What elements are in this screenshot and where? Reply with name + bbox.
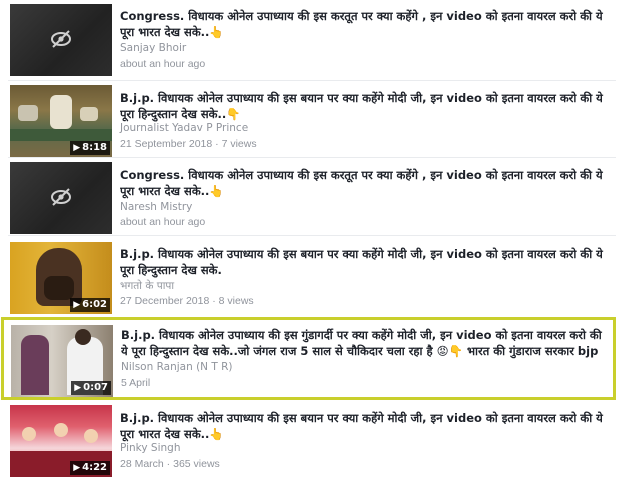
hidden-eye-icon bbox=[51, 188, 71, 206]
video-thumbnail[interactable]: ▶ 0:07 bbox=[11, 325, 113, 397]
video-author[interactable]: Sanjay Bhoir bbox=[120, 42, 186, 54]
video-thumbnail[interactable] bbox=[10, 4, 112, 76]
video-title[interactable]: Congress. विधायक ओनेल उपाध्याय की इस करत… bbox=[120, 8, 610, 40]
video-result-item[interactable]: Congress. विधायक ओनेल उपाध्याय की इस करत… bbox=[0, 157, 620, 235]
video-title[interactable]: B.j.p. विधायक ओनेल उपाध्याय की इस बयान प… bbox=[120, 246, 610, 278]
video-result-item[interactable]: ▶ 8:18 B.j.p. विधायक ओनेल उपाध्याय की इस … bbox=[0, 80, 620, 157]
video-duration: ▶ 6:02 bbox=[70, 298, 110, 312]
video-duration: ▶ 8:18 bbox=[70, 141, 110, 155]
play-icon: ▶ bbox=[73, 300, 81, 310]
video-meta: about an hour ago bbox=[120, 216, 206, 228]
video-thumbnail[interactable]: ▶ 4:22 bbox=[10, 405, 112, 477]
video-author[interactable]: Journalist Yadav P Prince bbox=[120, 122, 248, 134]
video-meta: 27 December 2018 · 8 views bbox=[120, 295, 254, 307]
hidden-eye-icon bbox=[51, 30, 71, 48]
video-results-list: Congress. विधायक ओनेल उपाध्याय की इस करत… bbox=[0, 0, 620, 480]
play-icon: ▶ bbox=[73, 463, 81, 473]
video-thumbnail[interactable]: ▶ 6:02 bbox=[10, 242, 112, 314]
video-thumbnail[interactable]: ▶ 8:18 bbox=[10, 85, 112, 157]
video-title[interactable]: B.j.p. विधायक ओनेल उपाध्याय की इस गुंडाग… bbox=[121, 327, 611, 359]
video-author[interactable]: Pinky Singh bbox=[120, 442, 181, 454]
video-meta: 5 April bbox=[121, 377, 151, 389]
video-duration: ▶ 0:07 bbox=[71, 381, 111, 395]
video-result-item[interactable]: Congress. विधायक ओनेल उपाध्याय की इस करत… bbox=[0, 0, 620, 80]
video-author[interactable]: Nilson Ranjan (N T R) bbox=[121, 361, 233, 373]
video-meta: about an hour ago bbox=[120, 58, 206, 70]
video-thumbnail[interactable] bbox=[10, 162, 112, 234]
video-meta: 28 March · 365 views bbox=[120, 458, 220, 470]
video-title[interactable]: B.j.p. विधायक ओनेल उपाध्याय की इस बयान प… bbox=[120, 410, 610, 442]
video-meta: 21 September 2018 · 7 views bbox=[120, 138, 257, 150]
video-duration: ▶ 4:22 bbox=[70, 461, 110, 475]
video-title[interactable]: B.j.p. विधायक ओनेल उपाध्याय की इस बयान प… bbox=[120, 90, 610, 122]
video-title[interactable]: Congress. विधायक ओनेल उपाध्याय की इस करत… bbox=[120, 167, 610, 199]
video-result-item-highlighted[interactable]: ▶ 0:07 B.j.p. विधायक ओनेल उपाध्याय की इस … bbox=[1, 317, 616, 400]
video-author[interactable]: Naresh Mistry bbox=[120, 201, 192, 213]
video-result-item[interactable]: ▶ 4:22 B.j.p. विधायक ओनेल उपाध्याय की इस … bbox=[0, 402, 620, 480]
video-author[interactable]: भगतो के पापा bbox=[120, 279, 174, 293]
play-icon: ▶ bbox=[73, 143, 81, 153]
video-result-item[interactable]: ▶ 6:02 B.j.p. विधायक ओनेल उपाध्याय की इस … bbox=[0, 235, 620, 315]
play-icon: ▶ bbox=[74, 383, 82, 393]
